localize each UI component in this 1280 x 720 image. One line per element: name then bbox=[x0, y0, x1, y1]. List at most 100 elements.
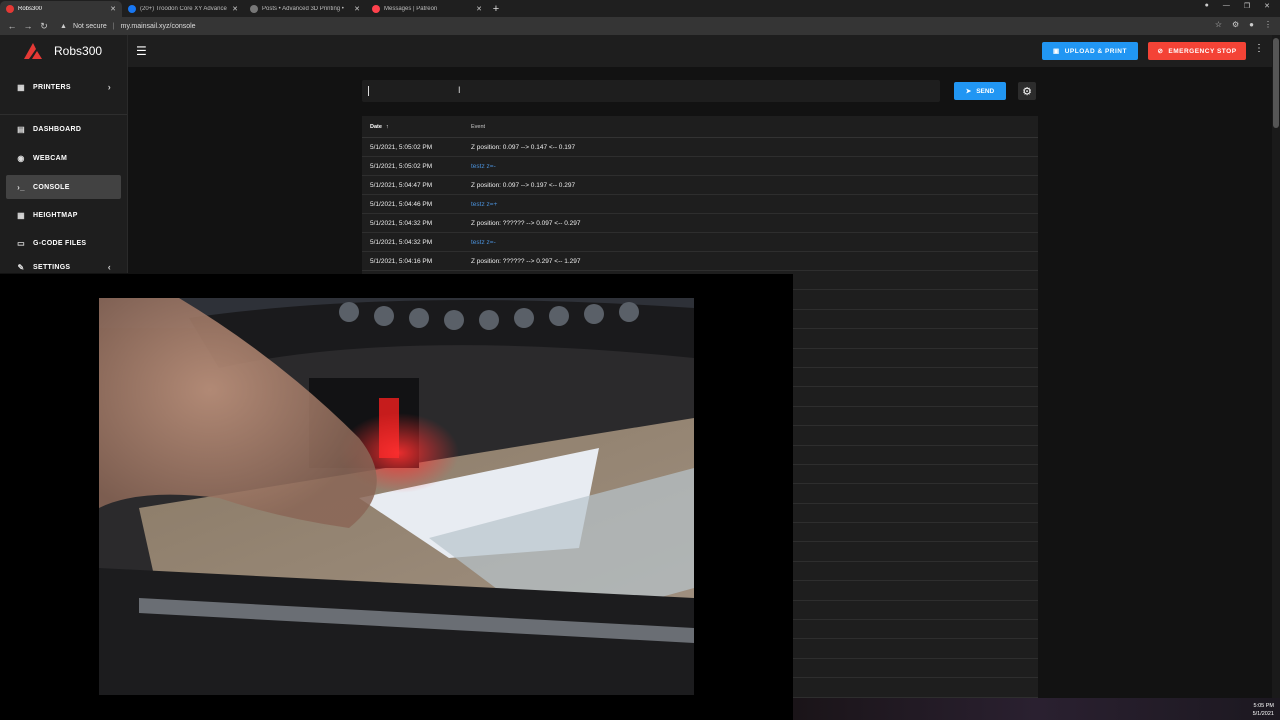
send-label: SEND bbox=[976, 87, 995, 95]
address-bar: ← → ↻ ▲ Not secure | my.mainsail.xyz/con… bbox=[0, 17, 1280, 35]
sidebar-item-console[interactable]: ›_ CONSOLE bbox=[6, 175, 121, 199]
sidebar-item-printers[interactable]: ▦ PRINTERS › bbox=[6, 75, 121, 99]
app-name: Robs300 bbox=[54, 44, 103, 58]
sidebar-divider bbox=[0, 114, 127, 115]
mouse-ibeam-cursor-icon: I bbox=[458, 85, 461, 95]
taskbar-clock[interactable]: 5:05 PM 5/1/2021 bbox=[1253, 702, 1274, 718]
column-header-event: Event bbox=[471, 123, 486, 130]
tab-title: Messages | Patreon bbox=[384, 6, 438, 12]
chevron-right-icon: › bbox=[107, 82, 111, 92]
app-menu-icon[interactable]: ⋮ bbox=[1254, 43, 1264, 54]
dashboard-icon: ▤ bbox=[17, 124, 25, 134]
warning-icon[interactable]: ▲ bbox=[60, 23, 67, 30]
bookmark-star-icon[interactable]: ☆ bbox=[1215, 20, 1222, 29]
sidebar-item-heightmap[interactable]: ▦ HEIGHTMAP bbox=[6, 203, 121, 227]
webcam-icon: ◉ bbox=[17, 153, 25, 163]
sort-ascending-icon: ↑ bbox=[385, 123, 389, 130]
profile-avatar[interactable]: ● bbox=[1249, 20, 1254, 29]
table-row: 5/1/2021, 5:04:32 PM Z position: ?????? -… bbox=[362, 214, 1038, 233]
emergency-stop-button[interactable]: ⊘ EMERGENCY STOP bbox=[1148, 42, 1246, 60]
printer-bed-photo bbox=[99, 298, 694, 695]
settings-icon: ✎ bbox=[17, 262, 25, 272]
row-event: Z position: ?????? --> 0.097 <-- 0.297 bbox=[471, 219, 581, 227]
window-controls: ● — ❐ ✕ bbox=[1205, 0, 1280, 10]
sidebar-item-label: PRINTERS bbox=[33, 83, 71, 91]
mainsail-logo-icon bbox=[24, 43, 42, 59]
page-scrollbar[interactable] bbox=[1272, 35, 1280, 720]
mainsail-favicon-icon bbox=[6, 5, 14, 13]
column-header-date[interactable]: Date ↑ bbox=[362, 124, 463, 130]
browser-tab-posts[interactable]: Posts • Advanced 3D Printing • ✕ bbox=[244, 1, 366, 17]
browser-tab-facebook[interactable]: (20+) Troodon Core XY Advance ✕ bbox=[122, 1, 244, 17]
brand[interactable]: Robs300 bbox=[0, 35, 128, 67]
table-row: 5/1/2021, 5:05:02 PM testz z=- bbox=[362, 157, 1038, 176]
console-command-input[interactable]: I bbox=[362, 80, 940, 102]
table-header: Date ↑ Event bbox=[362, 116, 1038, 138]
gear-icon: ⚙ bbox=[1022, 85, 1032, 98]
sidebar-item-webcam[interactable]: ◉ WEBCAM bbox=[6, 146, 121, 170]
send-button[interactable]: ➤ SEND bbox=[954, 82, 1006, 100]
sidebar-item-label: HEIGHTMAP bbox=[33, 211, 78, 219]
gcode-files-icon: ▭ bbox=[17, 238, 25, 248]
close-window-icon[interactable]: ✕ bbox=[1264, 2, 1270, 10]
sidebar-item-label: SETTINGS bbox=[33, 263, 71, 271]
row-command-link[interactable]: testz z=- bbox=[463, 239, 496, 246]
file-upload-icon: ▣ bbox=[1053, 48, 1060, 55]
patreon-favicon-icon bbox=[372, 5, 380, 13]
tab-title: (20+) Troodon Core XY Advance bbox=[140, 6, 227, 12]
text-caret bbox=[368, 86, 369, 96]
url-separator: | bbox=[112, 22, 115, 30]
table-row: 5/1/2021, 5:04:32 PM testz z=- bbox=[362, 233, 1038, 252]
extensions-icon[interactable]: ⚙ bbox=[1232, 20, 1239, 29]
address-bar-actions: ☆ ⚙ ● ⋮ bbox=[1215, 20, 1272, 29]
tab-title: Robs300 bbox=[18, 6, 43, 12]
printers-icon: ▦ bbox=[17, 82, 25, 92]
row-date: 5/1/2021, 5:04:32 PM bbox=[370, 219, 433, 227]
minimize-icon[interactable]: — bbox=[1223, 2, 1230, 10]
row-command-link[interactable]: testz z=+ bbox=[463, 201, 497, 208]
menu-toggle-icon[interactable]: ☰ bbox=[136, 44, 147, 58]
row-event: Z position: 0.097 --> 0.197 <-- 0.297 bbox=[471, 181, 576, 189]
browser-tab-robs300[interactable]: Robs300 ✕ bbox=[0, 1, 122, 17]
sidebar-item-settings[interactable]: ✎ SETTINGS ‹ bbox=[6, 259, 121, 275]
close-tab-icon[interactable]: ✕ bbox=[232, 5, 238, 13]
close-tab-icon[interactable]: ✕ bbox=[354, 5, 360, 13]
table-row: 5/1/2021, 5:04:47 PM Z position: 0.097 --… bbox=[362, 176, 1038, 195]
browser-tab-patreon[interactable]: Messages | Patreon ✕ bbox=[366, 1, 488, 17]
row-date: 5/1/2021, 5:04:32 PM bbox=[370, 238, 433, 246]
back-icon[interactable]: ← bbox=[6, 21, 18, 31]
sidebar-item-label: G-CODE FILES bbox=[33, 239, 87, 247]
upload-print-button[interactable]: ▣ UPLOAD & PRINT bbox=[1042, 42, 1138, 60]
emergency-stop-label: EMERGENCY STOP bbox=[1168, 47, 1237, 55]
reload-icon[interactable]: ↻ bbox=[38, 21, 50, 32]
row-date: 5/1/2021, 5:04:16 PM bbox=[370, 257, 433, 265]
forward-icon[interactable]: → bbox=[22, 21, 34, 31]
security-label: Not secure bbox=[72, 22, 107, 30]
browser-menu-icon[interactable]: ⋮ bbox=[1264, 20, 1272, 29]
column-label: Date bbox=[370, 123, 382, 130]
scrollbar-thumb[interactable] bbox=[1273, 38, 1279, 128]
close-tab-icon[interactable]: ✕ bbox=[476, 5, 482, 13]
row-command-link[interactable]: testz z=- bbox=[463, 163, 496, 170]
sidebar: ▦ PRINTERS › ▤ DASHBOARD ◉ WEBCAM ›_ CON… bbox=[0, 67, 128, 273]
row-event: Z position: ?????? --> 0.297 <-- 1.297 bbox=[471, 257, 581, 265]
record-icon[interactable]: ● bbox=[1205, 2, 1209, 10]
restore-icon[interactable]: ❐ bbox=[1244, 2, 1250, 10]
table-row: 5/1/2021, 5:04:16 PM Z position: ?????? -… bbox=[362, 252, 1038, 271]
table-row: 5/1/2021, 5:04:46 PM testz z=+ bbox=[362, 195, 1038, 214]
new-tab-button[interactable]: + bbox=[488, 1, 504, 17]
posts-favicon-icon bbox=[250, 5, 258, 13]
close-tab-icon[interactable]: ✕ bbox=[110, 5, 116, 13]
clock-time: 5:05 PM bbox=[1253, 703, 1274, 709]
sidebar-item-dashboard[interactable]: ▤ DASHBOARD bbox=[6, 117, 121, 141]
row-date: 5/1/2021, 5:05:02 PM bbox=[370, 162, 433, 170]
url-field[interactable]: ▲ Not secure | my.mainsail.xyz/console bbox=[60, 23, 196, 30]
console-settings-button[interactable]: ⚙ bbox=[1018, 82, 1036, 100]
row-event: Z position: 0.097 --> 0.147 <-- 0.197 bbox=[471, 143, 576, 151]
sidebar-item-label: WEBCAM bbox=[33, 154, 68, 162]
browser-tab-strip: Robs300 ✕ (20+) Troodon Core XY Advance … bbox=[0, 0, 1280, 17]
sidebar-item-label: CONSOLE bbox=[33, 183, 70, 191]
heightmap-icon: ▦ bbox=[17, 210, 25, 220]
url-text: my.mainsail.xyz/console bbox=[120, 22, 196, 30]
sidebar-item-gcode-files[interactable]: ▭ G-CODE FILES bbox=[6, 231, 121, 255]
